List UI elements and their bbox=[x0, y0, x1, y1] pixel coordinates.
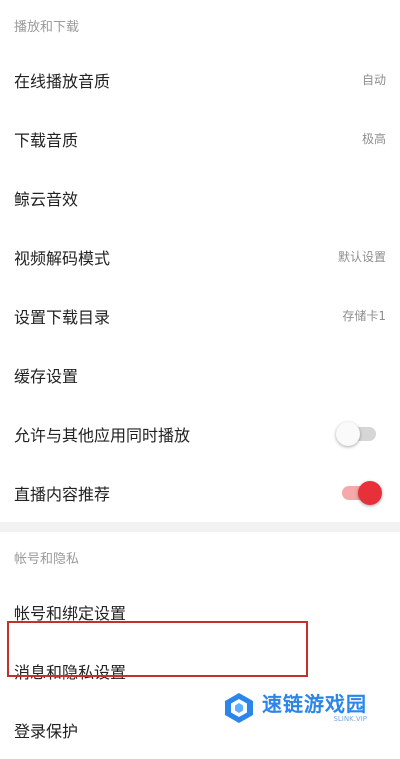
live-recommend-toggle[interactable] bbox=[342, 480, 382, 505]
row-label: 允许与其他应用同时播放 bbox=[14, 425, 191, 445]
row-value: 默认设置 bbox=[337, 250, 386, 264]
section-divider bbox=[0, 522, 400, 532]
row-sound-effect[interactable]: 鲸云音效 bbox=[0, 168, 400, 227]
row-label: 直播内容推荐 bbox=[14, 484, 111, 504]
watermark: 速链游戏园 SLINK.VIP bbox=[222, 688, 367, 728]
section-header-account: 帐号和隐私 bbox=[14, 551, 80, 567]
row-value: 极高 bbox=[361, 132, 386, 146]
row-label: 鲸云音效 bbox=[14, 189, 79, 209]
row-account-binding[interactable]: 帐号和绑定设置 bbox=[0, 582, 400, 641]
row-cache-settings[interactable]: 缓存设置 bbox=[0, 345, 400, 404]
watermark-logo-icon bbox=[225, 693, 253, 723]
row-label: 消息和隐私设置 bbox=[14, 662, 127, 682]
watermark-subtext: SLINK.VIP bbox=[333, 714, 367, 723]
toggle-knob bbox=[358, 480, 382, 505]
toggle-knob bbox=[336, 421, 360, 446]
row-mix-playback: 允许与其他应用同时播放 bbox=[0, 404, 400, 463]
row-label: 缓存设置 bbox=[14, 366, 79, 386]
row-label: 帐号和绑定设置 bbox=[14, 603, 127, 623]
row-video-decode[interactable]: 视频解码模式 默认设置 bbox=[0, 227, 400, 286]
section-header-playback: 播放和下载 bbox=[14, 19, 80, 35]
row-download-quality[interactable]: 下载音质 极高 bbox=[0, 109, 400, 168]
row-download-dir[interactable]: 设置下载目录 存储卡1 bbox=[0, 286, 400, 345]
row-label: 在线播放音质 bbox=[14, 71, 111, 91]
watermark-text: 速链游戏园 bbox=[262, 691, 367, 716]
row-label: 下载音质 bbox=[14, 130, 79, 150]
row-label: 视频解码模式 bbox=[14, 248, 111, 268]
row-live-recommend: 直播内容推荐 bbox=[0, 463, 400, 522]
mix-playback-toggle[interactable] bbox=[336, 421, 376, 446]
row-online-quality[interactable]: 在线播放音质 自动 bbox=[0, 50, 400, 109]
row-value: 自动 bbox=[361, 73, 386, 87]
settings-page: 播放和下载 在线播放音质 自动 下载音质 极高 鲸云音效 视频解码模式 默认设置… bbox=[0, 0, 400, 759]
row-value: 存储卡1 bbox=[342, 309, 386, 323]
row-label: 设置下载目录 bbox=[14, 307, 111, 327]
